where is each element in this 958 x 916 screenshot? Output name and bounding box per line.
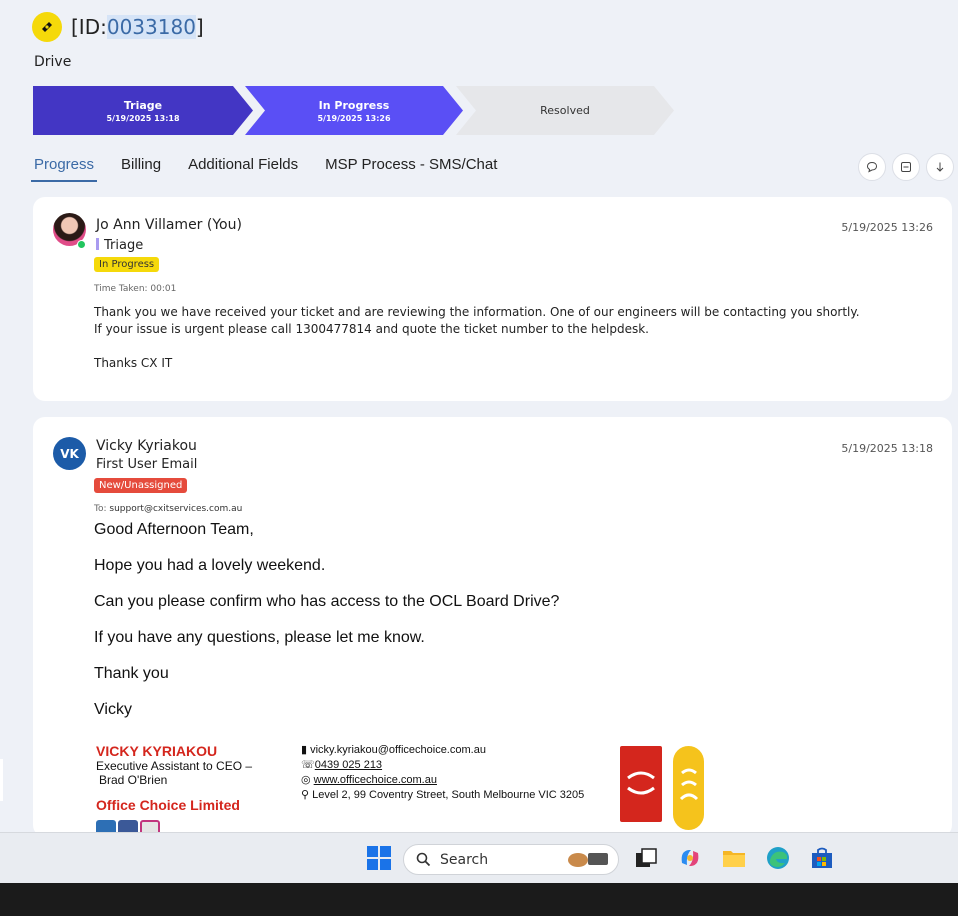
status-stepper: Triage 5/19/2025 13:18 In Progress 5/19/… [33,86,683,135]
comment-icon[interactable] [858,153,886,181]
tab-bar: Progress Billing Additional Fields MSP P… [31,152,521,182]
taskbar: Search [0,832,958,883]
signature-name: VICKY KYRIAKOU [96,743,218,759]
edge-strip [0,759,3,801]
status-badge: New/Unassigned [94,478,188,493]
tab-additional-fields[interactable]: Additional Fields [185,152,301,182]
progress-entry: Jo Ann Villamer (You) Triage In Progress… [33,197,952,401]
entry-message-line1: Thank you we have received your ticket a… [94,305,860,319]
signature-phone[interactable]: ☏0439 025 213 [301,758,584,773]
signature-website[interactable]: ◎ www.officechoice.com.au [301,773,584,788]
signature-role: Executive Assistant to CEO – [96,759,253,773]
search-highlight-icon [564,847,612,873]
tab-billing[interactable]: Billing [118,152,164,182]
screen-bottom-bar [0,883,958,916]
entry-message-line3: Thanks CX IT [94,356,173,370]
entry-author: Jo Ann Villamer (You) [96,217,242,233]
entry-timestamp: 5/19/2025 13:26 [841,221,933,234]
email-line: Hope you had a lovely weekend. [94,557,326,574]
file-explorer-icon[interactable] [721,845,747,871]
tab-msp-process[interactable]: MSP Process - SMS/Chat [322,152,500,182]
tab-tools [858,153,954,181]
online-status-icon [77,240,86,249]
ticket-icon [32,12,62,42]
arrow-down-icon[interactable] [926,153,954,181]
entry-timestamp: 5/19/2025 13:18 [841,442,933,455]
signature-block: VICKY KYRIAKOU Executive Assistant to CE… [96,743,252,837]
office-choice-logo [620,746,662,822]
signature-role: Brad O'Brien [99,773,168,787]
edge-browser-icon[interactable] [765,845,791,871]
email-recipient: To: support@cxitservices.com.au [94,504,243,514]
time-taken: Time Taken: 00:01 [94,284,177,294]
entry-subtitle: First User Email [96,457,198,472]
step-in-progress[interactable]: In Progress 5/19/2025 13:26 [245,86,463,135]
entry-message-line2: If your issue is urgent please call 1300… [94,322,649,336]
tab-progress[interactable]: Progress [31,152,98,182]
signature-email[interactable]: ▮ vicky.kyriakou@officechoice.com.au [301,743,584,758]
taskbar-search[interactable]: Search [403,844,619,875]
signature-contact: ▮ vicky.kyriakou@officechoice.com.au ☏04… [301,743,584,803]
windows-start-icon[interactable] [366,845,392,871]
step-triage[interactable]: Triage 5/19/2025 13:18 [33,86,253,135]
ticket-number: 0033180 [106,15,196,39]
entry-author: Vicky Kyriakou [96,438,197,454]
task-view-icon[interactable] [633,845,659,871]
progress-entry: VK Vicky Kyriakou First User Email New/U… [33,417,952,837]
copilot-icon[interactable] [677,845,703,871]
store-icon[interactable] [809,845,835,871]
signature-address: ⚲ Level 2, 99 Coventry Street, South Mel… [301,789,585,801]
email-line: Thank you [94,665,169,682]
collapse-icon[interactable] [892,153,920,181]
email-line: Good Afternoon Team, [94,521,254,538]
email-line: Vicky [94,701,132,718]
signature-company: Office Choice Limited [96,797,240,813]
making-local-work-logo [673,746,704,830]
ticket-header: [ID:0033180] [32,12,204,42]
ticket-id: [ID:0033180] [71,15,204,39]
email-line: If you have any questions, please let me… [94,629,425,646]
avatar: VK [53,437,86,470]
search-icon [416,852,431,867]
step-resolved[interactable]: Resolved [456,86,674,135]
email-body: Good Afternoon Team, Hope you had a love… [94,520,559,736]
email-line: Can you please confirm who has access to… [94,593,560,610]
ticket-title: Drive [34,54,72,70]
status-badge: In Progress [94,257,160,272]
entry-stage: Triage [96,238,143,253]
